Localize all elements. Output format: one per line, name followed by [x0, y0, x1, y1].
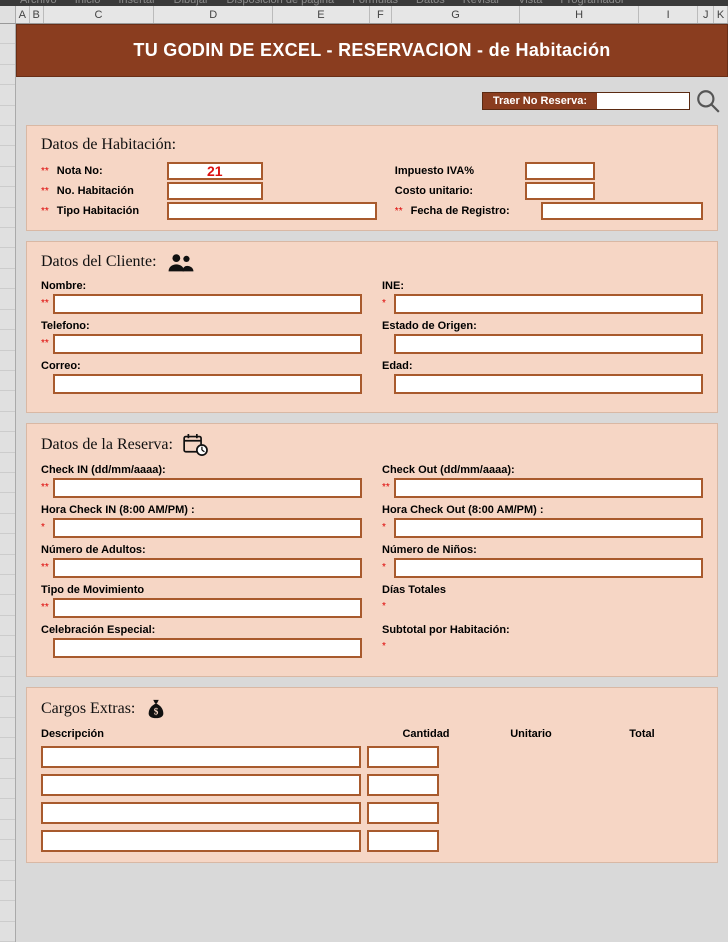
required-marker: ** [41, 206, 49, 217]
cargos-head-total: Total [581, 728, 703, 740]
cargos-cant-input[interactable] [367, 830, 439, 852]
cargos-cant-input[interactable] [367, 746, 439, 768]
search-icon[interactable] [694, 87, 722, 115]
nota-no-label: Nota No: [57, 165, 161, 177]
cargos-desc-input[interactable] [41, 802, 361, 824]
people-icon [167, 252, 195, 272]
movimiento-input[interactable] [53, 598, 362, 618]
fecha-input[interactable] [541, 202, 703, 220]
cargos-row [41, 830, 703, 852]
cargos-head-unitario: Unitario [481, 728, 581, 740]
no-habitacion-input[interactable] [167, 182, 263, 200]
celebracion-input[interactable] [53, 638, 362, 658]
telefono-label: Telefono: [41, 320, 90, 332]
hora-out-input[interactable] [394, 518, 703, 538]
adultos-input[interactable] [53, 558, 362, 578]
col-A[interactable]: A [16, 6, 30, 23]
panel-cliente: Datos del Cliente: Nombre: ** INE: * [26, 241, 718, 413]
traer-reserva-group: Traer No Reserva: [482, 92, 690, 110]
iva-input[interactable] [525, 162, 595, 180]
ine-label: INE: [382, 280, 404, 292]
ninos-label: Número de Niños: [382, 544, 477, 556]
ninos-input[interactable] [394, 558, 703, 578]
checkout-input[interactable] [394, 478, 703, 498]
col-G[interactable]: G [392, 6, 521, 23]
tipo-habitacion-input[interactable] [167, 202, 377, 220]
col-D[interactable]: D [154, 6, 273, 23]
required-marker: ** [395, 206, 403, 217]
cargos-row [41, 746, 703, 768]
celebracion-label: Celebración Especial: [41, 624, 155, 636]
col-I[interactable]: I [639, 6, 698, 23]
edad-input[interactable] [394, 374, 703, 394]
column-headers: A B C D E F G H I J K [0, 6, 728, 24]
panel-habitacion: Datos de Habitación: ** Nota No: 21 ** N… [26, 125, 718, 231]
col-H[interactable]: H [520, 6, 639, 23]
panel-cargos-title: Cargos Extras: [41, 700, 135, 718]
cargos-desc-input[interactable] [41, 774, 361, 796]
dias-label: Días Totales [382, 584, 446, 596]
form-title: TU GODIN DE EXCEL - RESERVACION - de Hab… [16, 24, 728, 77]
col-E[interactable]: E [273, 6, 370, 23]
correo-label: Correo: [41, 360, 81, 372]
traer-input[interactable] [597, 93, 689, 109]
edad-label: Edad: [382, 360, 413, 372]
ine-input[interactable] [394, 294, 703, 314]
hora-out-label: Hora Check Out (8:00 AM/PM) : [382, 504, 544, 516]
nombre-label: Nombre: [41, 280, 86, 292]
required-marker: ** [41, 166, 49, 177]
panel-cliente-title: Datos del Cliente: [41, 253, 157, 271]
nota-no-input[interactable]: 21 [167, 162, 263, 180]
fecha-label: Fecha de Registro: [411, 205, 535, 217]
cargos-head-descripcion: Descripción [41, 728, 371, 740]
money-bag-icon: $ [145, 698, 167, 720]
hora-in-label: Hora Check IN (8:00 AM/PM) : [41, 504, 195, 516]
calendar-clock-icon [183, 434, 209, 456]
col-F[interactable]: F [370, 6, 392, 23]
nombre-input[interactable] [53, 294, 362, 314]
col-J[interactable]: J [698, 6, 714, 23]
row-headers [0, 24, 16, 942]
cargos-desc-input[interactable] [41, 830, 361, 852]
col-K[interactable]: K [714, 6, 728, 23]
cargos-desc-input[interactable] [41, 746, 361, 768]
tipo-habitacion-label: Tipo Habitación [57, 205, 161, 217]
panel-reserva: Datos de la Reserva: Check IN (dd/mm/aaa… [26, 423, 718, 677]
costo-label: Costo unitario: [395, 185, 519, 197]
checkin-label: Check IN (dd/mm/aaaa): [41, 464, 166, 476]
correo-input[interactable] [53, 374, 362, 394]
traer-label: Traer No Reserva: [483, 93, 597, 109]
cargos-row [41, 774, 703, 796]
cargos-head-cantidad: Cantidad [371, 728, 481, 740]
checkin-input[interactable] [53, 478, 362, 498]
subtotal-label: Subtotal por Habitación: [382, 624, 510, 636]
cargos-cant-input[interactable] [367, 802, 439, 824]
no-habitacion-label: No. Habitación [57, 185, 161, 197]
cargos-row [41, 802, 703, 824]
movimiento-label: Tipo de Movimiento [41, 584, 144, 596]
col-B[interactable]: B [30, 6, 44, 23]
checkout-label: Check Out (dd/mm/aaaa): [382, 464, 515, 476]
svg-text:$: $ [154, 707, 159, 717]
col-C[interactable]: C [44, 6, 155, 23]
required-marker: ** [41, 186, 49, 197]
panel-reserva-title: Datos de la Reserva: [41, 436, 173, 454]
telefono-input[interactable] [53, 334, 362, 354]
cargos-cant-input[interactable] [367, 774, 439, 796]
hora-in-input[interactable] [53, 518, 362, 538]
panel-habitacion-title: Datos de Habitación: [41, 136, 703, 154]
origen-input[interactable] [394, 334, 703, 354]
origen-label: Estado de Origen: [382, 320, 477, 332]
iva-label: Impuesto IVA% [395, 165, 519, 177]
costo-input[interactable] [525, 182, 595, 200]
panel-cargos: Cargos Extras: $ Descripción Cantidad Un… [26, 687, 718, 863]
adultos-label: Número de Adultos: [41, 544, 146, 556]
